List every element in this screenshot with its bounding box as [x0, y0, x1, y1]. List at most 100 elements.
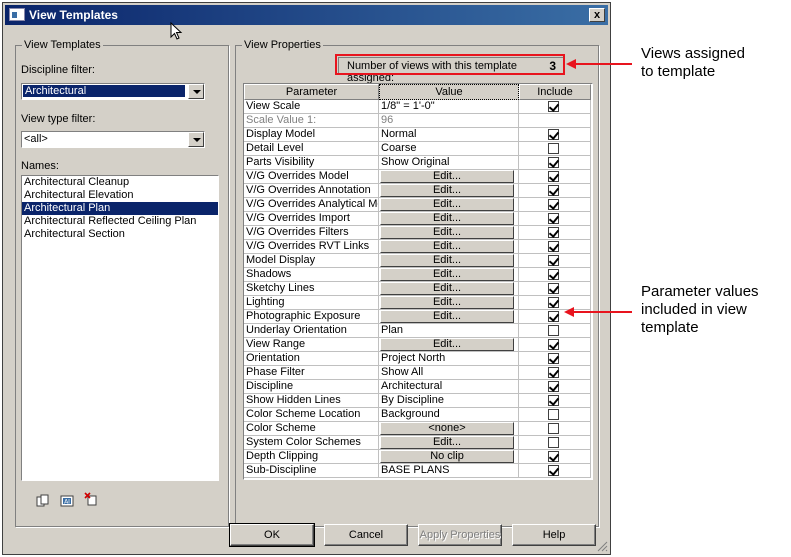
include-checkbox[interactable] — [548, 199, 559, 210]
template-list-item[interactable]: Architectural Reflected Ceiling Plan — [22, 215, 218, 228]
edit-value-button[interactable]: Edit... — [380, 282, 514, 295]
edit-value-button[interactable]: Edit... — [380, 240, 514, 253]
parameter-value-cell[interactable]: Edit... — [379, 254, 519, 268]
parameter-value-cell[interactable]: No clip — [379, 450, 519, 464]
parameter-value-cell[interactable]: Edit... — [379, 212, 519, 226]
property-row: Model Display Edit... — [244, 254, 591, 268]
edit-value-button[interactable]: Edit... — [380, 338, 514, 351]
discipline-filter-select[interactable]: Architectural — [21, 83, 205, 100]
include-checkbox[interactable] — [548, 381, 559, 392]
include-checkbox[interactable] — [548, 283, 559, 294]
parameter-value-cell[interactable]: Edit... — [379, 282, 519, 296]
help-button[interactable]: Help — [512, 524, 596, 546]
include-checkbox[interactable] — [548, 143, 559, 154]
include-checkbox[interactable] — [548, 213, 559, 224]
edit-value-button[interactable]: Edit... — [380, 226, 514, 239]
parameter-value-cell[interactable]: Project North — [379, 352, 519, 366]
include-checkbox[interactable] — [548, 185, 559, 196]
parameter-value-cell[interactable]: Background — [379, 408, 519, 422]
column-header-parameter[interactable]: Parameter — [244, 84, 379, 100]
include-checkbox[interactable] — [548, 409, 559, 420]
column-header-value[interactable]: Value — [379, 84, 519, 100]
title-bar[interactable]: View Templates x — [5, 5, 608, 25]
include-checkbox[interactable] — [548, 423, 559, 434]
close-button[interactable]: x — [589, 8, 605, 22]
parameter-value-cell[interactable]: Coarse — [379, 142, 519, 156]
template-list-item[interactable]: Architectural Plan — [22, 202, 218, 215]
apply-properties-button[interactable]: Apply Properties — [418, 524, 502, 546]
parameter-value-cell[interactable]: <none> — [379, 422, 519, 436]
include-checkbox[interactable] — [548, 325, 559, 336]
include-checkbox[interactable] — [548, 395, 559, 406]
parameter-value-cell[interactable]: By Discipline — [379, 394, 519, 408]
edit-value-button[interactable]: Edit... — [380, 310, 514, 323]
resize-grip-icon[interactable] — [596, 540, 608, 552]
parameter-name: V/G Overrides Import — [244, 212, 379, 226]
template-list-item[interactable]: Architectural Elevation — [22, 189, 218, 202]
include-checkbox[interactable] — [548, 171, 559, 182]
property-row: Orientation Project North — [244, 352, 591, 366]
parameter-value-cell[interactable]: Edit... — [379, 198, 519, 212]
edit-value-button[interactable]: Edit... — [380, 268, 514, 281]
edit-value-button[interactable]: Edit... — [380, 296, 514, 309]
edit-value-button[interactable]: No clip — [380, 450, 514, 463]
cancel-button[interactable]: Cancel — [324, 524, 408, 546]
include-checkbox[interactable] — [548, 255, 559, 266]
parameter-value-cell[interactable]: Architectural — [379, 380, 519, 394]
parameter-name: Shadows — [244, 268, 379, 282]
parameter-name: V/G Overrides RVT Links — [244, 240, 379, 254]
include-checkbox[interactable] — [548, 451, 559, 462]
parameter-value-cell[interactable]: Edit... — [379, 226, 519, 240]
edit-value-button[interactable]: <none> — [380, 422, 514, 435]
duplicate-icon[interactable] — [36, 494, 50, 508]
rename-icon[interactable]: AI — [60, 494, 74, 508]
parameter-value-cell[interactable]: Edit... — [379, 268, 519, 282]
parameter-value-cell[interactable]: Edit... — [379, 170, 519, 184]
include-checkbox[interactable] — [548, 269, 559, 280]
view-type-filter-select[interactable]: <all> — [21, 131, 205, 148]
parameter-value-cell[interactable]: Edit... — [379, 436, 519, 450]
callout-views-assigned: Views assigned to template — [641, 45, 745, 81]
include-checkbox[interactable] — [548, 367, 559, 378]
edit-value-button[interactable]: Edit... — [380, 198, 514, 211]
include-checkbox[interactable] — [548, 227, 559, 238]
include-checkbox[interactable] — [548, 465, 559, 476]
include-checkbox[interactable] — [548, 353, 559, 364]
parameter-value-cell[interactable]: Plan — [379, 324, 519, 338]
include-checkbox[interactable] — [548, 129, 559, 140]
edit-value-button[interactable]: Edit... — [380, 184, 514, 197]
parameter-value-cell[interactable]: 1/8" = 1'-0" — [379, 100, 519, 114]
parameter-value-cell[interactable]: Normal — [379, 128, 519, 142]
include-checkbox[interactable] — [548, 339, 559, 350]
include-checkbox[interactable] — [548, 297, 559, 308]
parameter-value-cell[interactable]: Show All — [379, 366, 519, 380]
property-row: Shadows Edit... — [244, 268, 591, 282]
include-checkbox[interactable] — [548, 241, 559, 252]
chevron-down-icon[interactable] — [188, 84, 204, 99]
parameter-value-cell[interactable]: Edit... — [379, 338, 519, 352]
delete-icon[interactable] — [84, 492, 98, 506]
include-checkbox[interactable] — [548, 437, 559, 448]
edit-value-button[interactable]: Edit... — [380, 436, 514, 449]
edit-value-button[interactable]: Edit... — [380, 170, 514, 183]
chevron-down-icon[interactable] — [188, 132, 204, 147]
parameter-value-cell[interactable]: Edit... — [379, 310, 519, 324]
property-row: V/G Overrides Import Edit... — [244, 212, 591, 226]
parameter-value-cell[interactable]: Edit... — [379, 184, 519, 198]
template-list-item[interactable]: Architectural Section — [22, 228, 218, 241]
include-checkbox[interactable] — [548, 101, 559, 112]
parameter-value-cell[interactable]: Edit... — [379, 296, 519, 310]
parameter-value-cell[interactable]: Show Original — [379, 156, 519, 170]
names-listbox[interactable]: Architectural Cleanup Architectural Eleva… — [21, 175, 219, 481]
include-checkbox[interactable] — [548, 157, 559, 168]
parameter-value-cell[interactable]: BASE PLANS — [379, 464, 519, 478]
property-row: Discipline Architectural — [244, 380, 591, 394]
edit-value-button[interactable]: Edit... — [380, 254, 514, 267]
include-cell — [519, 450, 591, 464]
edit-value-button[interactable]: Edit... — [380, 212, 514, 225]
include-checkbox[interactable] — [548, 311, 559, 322]
template-list-item[interactable]: Architectural Cleanup — [22, 176, 218, 189]
ok-button[interactable]: OK — [229, 523, 315, 547]
parameter-value-cell[interactable]: Edit... — [379, 240, 519, 254]
parameter-name: Color Scheme Location — [244, 408, 379, 422]
